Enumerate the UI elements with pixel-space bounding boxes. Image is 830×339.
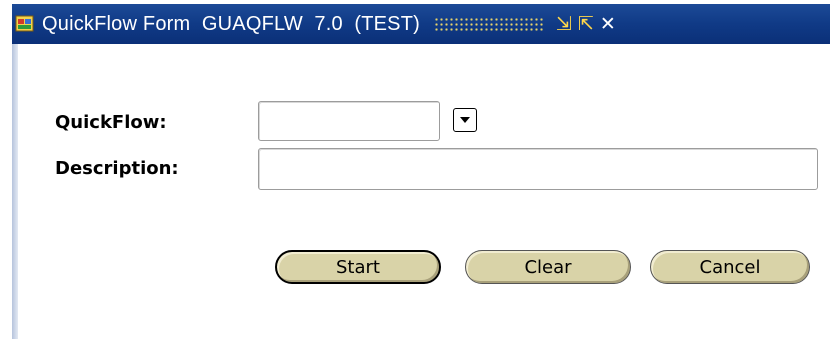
close-icon[interactable]: ✕: [600, 14, 616, 34]
title-pattern: [433, 17, 544, 31]
description-input[interactable]: [258, 148, 818, 190]
title-bar[interactable]: QuickFlow Form GUAQFLW 7.0 (TEST) ⇲ ⇱ ✕: [12, 4, 830, 44]
cancel-button[interactable]: Cancel: [650, 250, 810, 284]
quickflow-input[interactable]: [258, 101, 440, 141]
quickflow-dropdown-button[interactable]: [453, 108, 477, 132]
quickflow-label: QuickFlow:: [55, 112, 167, 133]
chevron-down-icon: [460, 117, 470, 123]
minimize-icon[interactable]: ⇲: [556, 14, 572, 34]
window-left-edge: [12, 4, 18, 339]
quickflow-window: QuickFlow Form GUAQFLW 7.0 (TEST) ⇲ ⇱ ✕ …: [12, 4, 830, 339]
description-label: Description:: [55, 158, 179, 179]
app-icon: [14, 13, 36, 35]
clear-button[interactable]: Clear: [465, 250, 631, 284]
start-button[interactable]: Start: [275, 250, 441, 284]
window-title: QuickFlow Form GUAQFLW 7.0 (TEST): [42, 13, 420, 35]
maximize-icon[interactable]: ⇱: [578, 14, 594, 34]
window-controls: ⇲ ⇱ ✕: [556, 14, 616, 34]
